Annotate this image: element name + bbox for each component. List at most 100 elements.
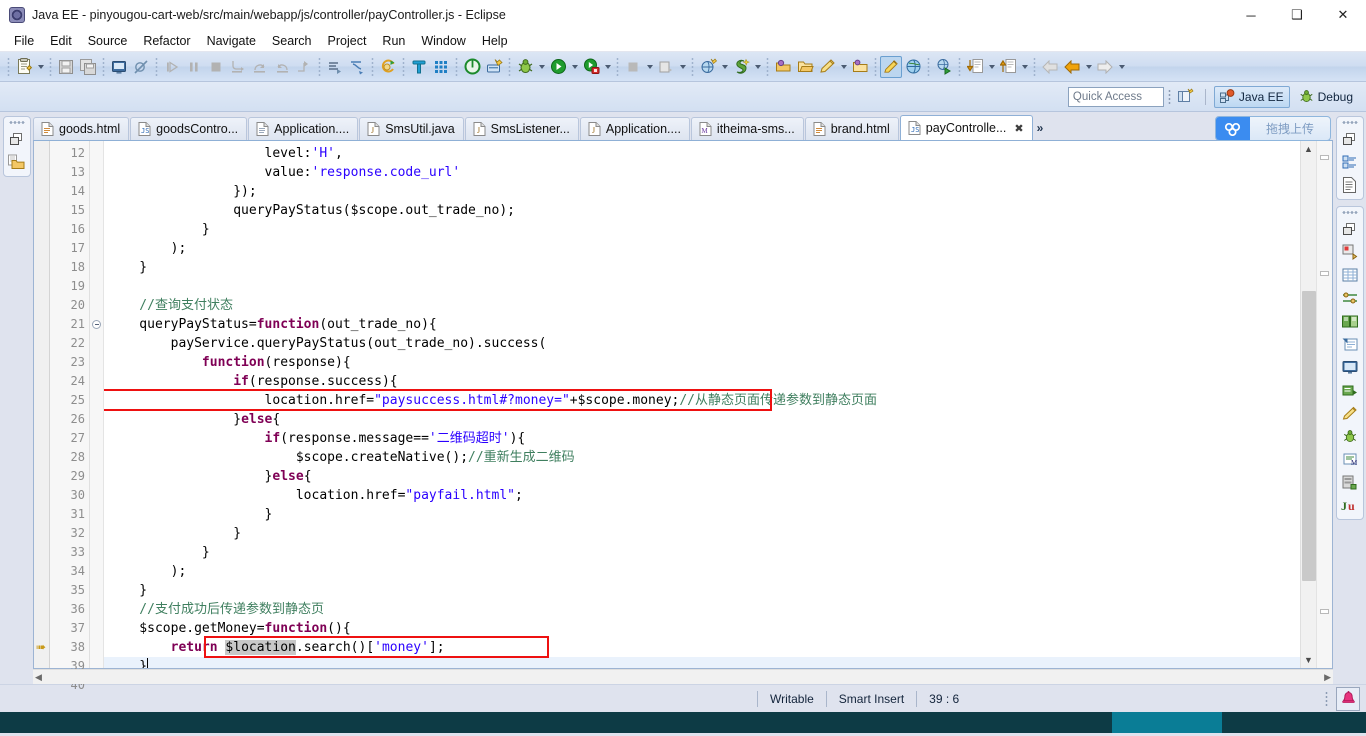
- code-line[interactable]: queryPayStatus=function(out_trade_no){: [104, 315, 1300, 334]
- run-on-server-icon[interactable]: [933, 56, 955, 78]
- open-package-icon[interactable]: [849, 56, 871, 78]
- code-line[interactable]: );: [104, 562, 1300, 581]
- code-line[interactable]: }else{: [104, 467, 1300, 486]
- filter-icon[interactable]: [408, 56, 430, 78]
- code-line[interactable]: if(response.success){: [104, 372, 1300, 391]
- scroll-up-arrow-icon[interactable]: ▲: [1301, 141, 1317, 157]
- fold-cell[interactable]: [90, 467, 103, 486]
- code-line[interactable]: queryPayStatus($scope.out_trade_no);: [104, 201, 1300, 220]
- export-icon[interactable]: [997, 56, 1019, 78]
- terminate-all-icon[interactable]: [461, 56, 483, 78]
- status-grip[interactable]: [1325, 690, 1328, 707]
- rail-grip[interactable]: [8, 120, 25, 125]
- junit-icon[interactable]: J u: [1340, 495, 1360, 515]
- drop-to-frame-icon[interactable]: [293, 56, 315, 78]
- project-explorer-icon[interactable]: [7, 152, 27, 172]
- fold-cell[interactable]: [90, 524, 103, 543]
- new-server-icon[interactable]: [483, 56, 505, 78]
- code-line[interactable]: }: [104, 258, 1300, 277]
- run-external-tools-icon[interactable]: [580, 56, 602, 78]
- print-console-icon[interactable]: [108, 56, 130, 78]
- problems-view-icon[interactable]: M: [1340, 449, 1360, 469]
- console-view-icon[interactable]: [1340, 357, 1360, 377]
- menu-window[interactable]: Window: [413, 32, 473, 50]
- fold-cell[interactable]: [90, 581, 103, 600]
- menu-refactor[interactable]: Refactor: [135, 32, 198, 50]
- close-button[interactable]: ✕: [1320, 0, 1366, 30]
- tab-application-java[interactable]: J Application....: [579, 117, 690, 140]
- code-line[interactable]: }: [104, 220, 1300, 239]
- fold-cell[interactable]: [90, 638, 103, 657]
- stop-dropdown-icon[interactable]: [644, 56, 655, 78]
- restore-icon[interactable]: [1340, 129, 1360, 149]
- fold-cell[interactable]: [90, 486, 103, 505]
- code-text-area[interactable]: level:'H', value:'response.code_url' });…: [104, 141, 1300, 668]
- overview-marker[interactable]: [1320, 155, 1329, 160]
- maximize-button[interactable]: ❑: [1274, 0, 1320, 30]
- fold-cell[interactable]: [90, 334, 103, 353]
- menu-search[interactable]: Search: [264, 32, 320, 50]
- refresh-icon[interactable]: [377, 56, 399, 78]
- code-line[interactable]: function(response){: [104, 353, 1300, 372]
- fold-cell[interactable]: [90, 220, 103, 239]
- menu-source[interactable]: Source: [80, 32, 136, 50]
- fold-cell[interactable]: [90, 353, 103, 372]
- tab-close-icon[interactable]: ✖: [1014, 122, 1023, 135]
- editor-horizontal-scrollbar[interactable]: ◀ ▶: [33, 669, 1333, 684]
- perspective-debug[interactable]: Debug: [1294, 86, 1358, 108]
- tab-itheima-sms-pom[interactable]: M itheima-sms...: [690, 117, 804, 140]
- code-line[interactable]: [104, 277, 1300, 296]
- new-spring-bean-icon[interactable]: [730, 56, 752, 78]
- code-line[interactable]: return $location.search()['money'];: [104, 638, 1300, 657]
- open-resource-icon[interactable]: [772, 56, 794, 78]
- open-type-icon[interactable]: [324, 56, 346, 78]
- toolbar-grip[interactable]: [1167, 88, 1171, 105]
- new-wizard-dropdown-icon[interactable]: [35, 56, 46, 78]
- tab-application-properties[interactable]: Application....: [248, 117, 359, 140]
- terminate-icon[interactable]: [205, 56, 227, 78]
- open-browser-icon[interactable]: [902, 56, 924, 78]
- run-dropdown-icon[interactable]: [569, 56, 580, 78]
- code-line[interactable]: });: [104, 182, 1300, 201]
- code-line[interactable]: value:'response.code_url': [104, 163, 1300, 182]
- save-all-icon[interactable]: [77, 56, 99, 78]
- fold-collapse-icon[interactable]: [92, 320, 101, 329]
- code-line[interactable]: }: [104, 524, 1300, 543]
- import-icon[interactable]: [964, 56, 986, 78]
- rail-grip[interactable]: [1341, 120, 1358, 125]
- properties-view-icon[interactable]: [1340, 288, 1360, 308]
- code-line[interactable]: location.href="payfail.html";: [104, 486, 1300, 505]
- tab-goods-html[interactable]: goods.html: [33, 117, 130, 140]
- stop-icon[interactable]: [622, 56, 644, 78]
- editor-overview-ruler[interactable]: [1316, 141, 1332, 668]
- export-dropdown-icon[interactable]: [1019, 56, 1030, 78]
- toggle-breakpoints-icon[interactable]: [130, 56, 152, 78]
- forward-dropdown-icon[interactable]: [1116, 56, 1127, 78]
- search-icon[interactable]: [346, 56, 368, 78]
- run-icon[interactable]: [547, 56, 569, 78]
- code-line[interactable]: //查询支付状态: [104, 296, 1300, 315]
- import-dropdown-icon[interactable]: [986, 56, 997, 78]
- code-line[interactable]: }: [104, 543, 1300, 562]
- fold-cell[interactable]: [90, 505, 103, 524]
- tab-brand-html[interactable]: brand.html: [804, 117, 899, 140]
- code-line[interactable]: level:'H',: [104, 144, 1300, 163]
- scroll-left-arrow-icon[interactable]: ◀: [35, 672, 42, 683]
- debug-dropdown-icon[interactable]: [536, 56, 547, 78]
- search-view-icon[interactable]: [1340, 403, 1360, 423]
- servers-icon[interactable]: [1340, 472, 1360, 492]
- restore-icon[interactable]: [1340, 219, 1360, 239]
- perspective-java-ee[interactable]: Java EE: [1213, 85, 1290, 108]
- tab-smsutil-java[interactable]: J SmsUtil.java: [359, 117, 464, 140]
- fold-cell[interactable]: [90, 543, 103, 562]
- task-list-icon[interactable]: [1340, 175, 1360, 195]
- open-editor-highlight-icon[interactable]: [880, 55, 902, 78]
- code-line[interactable]: if(response.message=='二维码超时'){: [104, 429, 1300, 448]
- rail-grip[interactable]: [1341, 210, 1358, 215]
- new-web-project-icon[interactable]: [697, 56, 719, 78]
- fold-cell[interactable]: [90, 239, 103, 258]
- fold-cell[interactable]: [90, 296, 103, 315]
- markers-view-icon[interactable]: [1340, 334, 1360, 354]
- profile-dropdown-icon[interactable]: [677, 56, 688, 78]
- minimize-button[interactable]: ─: [1228, 0, 1274, 30]
